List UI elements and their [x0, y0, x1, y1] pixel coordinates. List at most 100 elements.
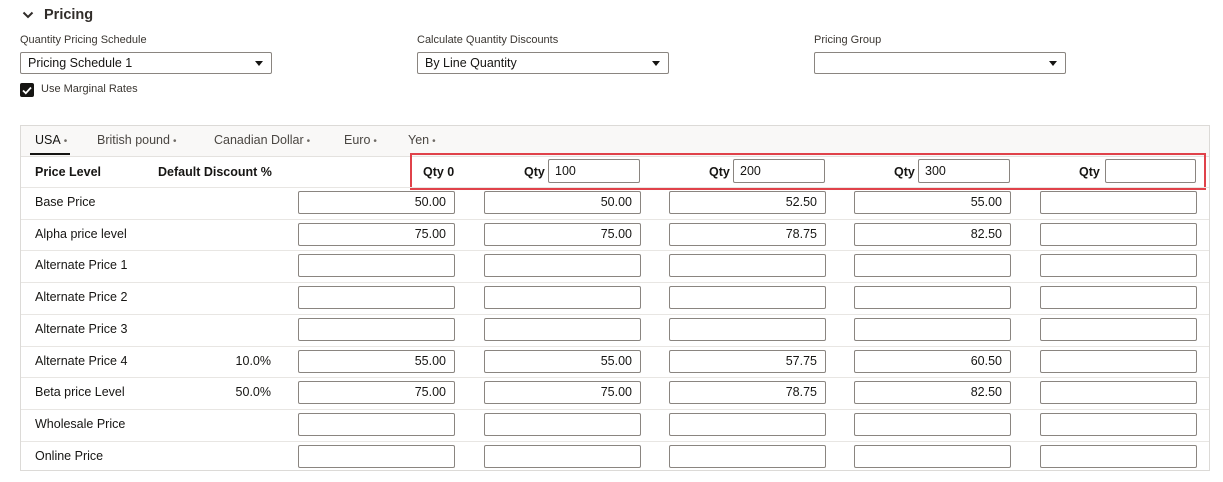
calc-discounts-value: By Line Quantity: [425, 56, 517, 70]
price-input[interactable]: [1040, 350, 1197, 373]
row-divider: [21, 409, 1209, 410]
price-input[interactable]: [484, 286, 641, 309]
row-divider: [21, 219, 1209, 220]
row-divider: [21, 441, 1209, 442]
tab-canadian-dollar[interactable]: Canadian Dollar •: [214, 133, 310, 147]
price-level-name: Wholesale Price: [35, 417, 126, 431]
tab-euro[interactable]: Euro •: [344, 133, 377, 147]
chevron-down-icon[interactable]: [22, 10, 34, 20]
row-divider: [21, 377, 1209, 378]
caret-down-icon[interactable]: [652, 61, 660, 66]
price-input[interactable]: [854, 318, 1011, 341]
calc-discounts-select[interactable]: By Line Quantity: [417, 52, 669, 74]
pricing-table-panel: USA • British pound • Canadian Dollar • Euro • Y…: [20, 125, 1210, 471]
price-level-name: Online Price: [35, 449, 104, 463]
price-input[interactable]: 78.75: [669, 381, 826, 404]
pricing-section-header[interactable]: Pricing: [22, 5, 93, 25]
row-divider: [21, 282, 1209, 283]
price-input[interactable]: [484, 254, 641, 277]
qty-highlight-box: [410, 153, 1206, 190]
price-input[interactable]: [1040, 223, 1197, 246]
price-input[interactable]: [669, 286, 826, 309]
price-level-header: Price Level: [35, 165, 102, 179]
marginal-rates-label: Use Marginal Rates: [41, 83, 138, 95]
default-discount-header: Default Discount %: [158, 165, 272, 179]
caret-down-icon[interactable]: [255, 61, 263, 66]
price-input[interactable]: [669, 254, 826, 277]
price-input[interactable]: [1040, 445, 1197, 468]
price-input[interactable]: [854, 413, 1011, 436]
price-input[interactable]: 55.00: [484, 350, 641, 373]
price-input[interactable]: 75.00: [298, 381, 455, 404]
price-input[interactable]: 50.00: [298, 191, 455, 214]
price-input[interactable]: 55.00: [298, 350, 455, 373]
tab-yen[interactable]: Yen •: [408, 133, 436, 147]
tab-dot-icon: •: [63, 136, 68, 147]
caret-down-icon[interactable]: [1049, 61, 1057, 66]
tab-label: Canadian Dollar: [214, 133, 304, 147]
price-level-name: Base Price: [35, 195, 96, 209]
tab-dot-icon: •: [373, 136, 377, 147]
marginal-rates-checkbox[interactable]: [20, 83, 34, 97]
price-input[interactable]: [1040, 286, 1197, 309]
price-level-name: Alternate Price 4: [35, 354, 128, 368]
pricing-group-label: Pricing Group: [814, 34, 882, 46]
price-input[interactable]: [484, 445, 641, 468]
price-input[interactable]: [669, 445, 826, 468]
price-level-name: Beta price Level: [35, 385, 125, 399]
price-input[interactable]: [854, 286, 1011, 309]
price-input[interactable]: 82.50: [854, 381, 1011, 404]
row-divider: [21, 187, 1209, 188]
price-input[interactable]: [484, 413, 641, 436]
qty-schedule-select[interactable]: Pricing Schedule 1: [20, 52, 272, 74]
tab-dot-icon: •: [432, 136, 436, 147]
price-input[interactable]: 50.00: [484, 191, 641, 214]
price-input[interactable]: [484, 318, 641, 341]
qty-schedule-label: Quantity Pricing Schedule: [20, 34, 147, 46]
price-input[interactable]: [298, 254, 455, 277]
price-input[interactable]: 52.50: [669, 191, 826, 214]
price-input[interactable]: [1040, 191, 1197, 214]
price-input[interactable]: 82.50: [854, 223, 1011, 246]
price-input[interactable]: [1040, 413, 1197, 436]
price-input[interactable]: 60.50: [854, 350, 1011, 373]
price-input[interactable]: [298, 413, 455, 436]
row-divider: [21, 314, 1209, 315]
price-input[interactable]: 57.75: [669, 350, 826, 373]
calc-discounts-label: Calculate Quantity Discounts: [417, 34, 559, 46]
price-input[interactable]: [298, 445, 455, 468]
tab-dot-icon: •: [306, 136, 311, 147]
price-level-name: Alpha price level: [35, 227, 127, 241]
row-divider: [21, 250, 1209, 251]
active-tab-indicator: [30, 153, 70, 155]
tab-label: British pound: [97, 133, 170, 147]
checkmark-icon: [22, 86, 32, 94]
tab-label: Yen: [408, 133, 430, 147]
price-input[interactable]: 75.00: [484, 381, 641, 404]
price-input[interactable]: [854, 445, 1011, 468]
default-discount-value: 50.0%: [235, 385, 271, 399]
price-level-name: Alternate Price 1: [35, 258, 128, 272]
tab-label: USA: [35, 133, 61, 147]
price-input[interactable]: [854, 254, 1011, 277]
row-divider: [21, 346, 1209, 347]
price-level-name: Alternate Price 3: [35, 322, 128, 336]
pricing-group-select[interactable]: [814, 52, 1066, 74]
qty-schedule-value: Pricing Schedule 1: [28, 56, 133, 70]
price-level-name: Alternate Price 2: [35, 290, 128, 304]
price-input[interactable]: 55.00: [854, 191, 1011, 214]
price-input[interactable]: [669, 318, 826, 341]
price-input[interactable]: [298, 318, 455, 341]
price-input[interactable]: [298, 286, 455, 309]
price-input[interactable]: 75.00: [298, 223, 455, 246]
tab-label: Euro: [344, 133, 371, 147]
price-input[interactable]: 78.75: [669, 223, 826, 246]
tab-dot-icon: •: [172, 136, 177, 147]
price-input[interactable]: [669, 413, 826, 436]
price-input[interactable]: 75.00: [484, 223, 641, 246]
tab-usa[interactable]: USA •: [35, 133, 67, 147]
tab-british-pound[interactable]: British pound •: [97, 133, 176, 147]
price-input[interactable]: [1040, 381, 1197, 404]
price-input[interactable]: [1040, 254, 1197, 277]
price-input[interactable]: [1040, 318, 1197, 341]
